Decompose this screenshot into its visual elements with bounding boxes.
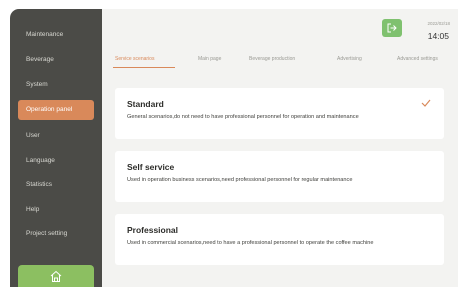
sidebar-item-beverage[interactable]: Beverage xyxy=(18,50,94,70)
home-button[interactable] xyxy=(18,265,94,287)
card-description: General scenarios,do not need to have pr… xyxy=(127,114,359,120)
sidebar-item-project-setting[interactable]: Project setting xyxy=(18,224,94,244)
tab-advertising[interactable]: Advertising xyxy=(337,56,362,62)
sidebar-item-help[interactable]: Help xyxy=(18,200,94,220)
device-panel: Maintenance Beverage System Operation pa… xyxy=(10,9,458,287)
time-label: 14:05 xyxy=(427,31,449,41)
tab-advanced-settings[interactable]: Advanced settings xyxy=(397,56,438,62)
home-icon xyxy=(50,270,62,282)
sidebar-item-statistics[interactable]: Statistics xyxy=(18,175,94,195)
tab-main-page[interactable]: Main page xyxy=(198,56,221,62)
sidebar-item-maintenance[interactable]: Maintenance xyxy=(18,25,94,45)
checkmark-icon xyxy=(421,99,431,107)
card-description: Used in commercial scenarios,need to hav… xyxy=(127,240,374,246)
card-title: Professional xyxy=(127,225,179,235)
scenario-card-standard[interactable]: Standard General scenarios,do not need t… xyxy=(115,88,444,139)
active-tab-indicator xyxy=(113,67,175,68)
card-title: Self service xyxy=(127,162,175,172)
logout-button[interactable] xyxy=(382,19,402,37)
sidebar-item-user[interactable]: User xyxy=(18,126,94,146)
sidebar-item-system[interactable]: System xyxy=(18,75,94,95)
screen: Maintenance Beverage System Operation pa… xyxy=(0,0,458,287)
scenario-card-self-service[interactable]: Self service Used in operation business … xyxy=(115,151,444,202)
tab-bar: Service scenarios Main page Beverage pro… xyxy=(113,56,451,70)
card-title: Standard xyxy=(127,99,164,109)
sidebar-item-operation-panel[interactable]: Operation panel xyxy=(18,100,94,120)
logout-icon xyxy=(387,23,397,33)
card-description: Used in operation business scenarios,nee… xyxy=(127,177,353,183)
tab-service-scenarios[interactable]: Service scenarios xyxy=(115,56,154,62)
sidebar: Maintenance Beverage System Operation pa… xyxy=(10,9,102,287)
main-area: 2022/02/18 14:05 Service scenarios Main … xyxy=(102,9,458,287)
sidebar-item-language[interactable]: Language xyxy=(18,151,94,171)
tab-beverage-production[interactable]: Beverage production xyxy=(249,56,295,62)
scenario-card-professional[interactable]: Professional Used in commercial scenario… xyxy=(115,214,444,265)
date-label: 2022/02/18 xyxy=(427,21,450,26)
